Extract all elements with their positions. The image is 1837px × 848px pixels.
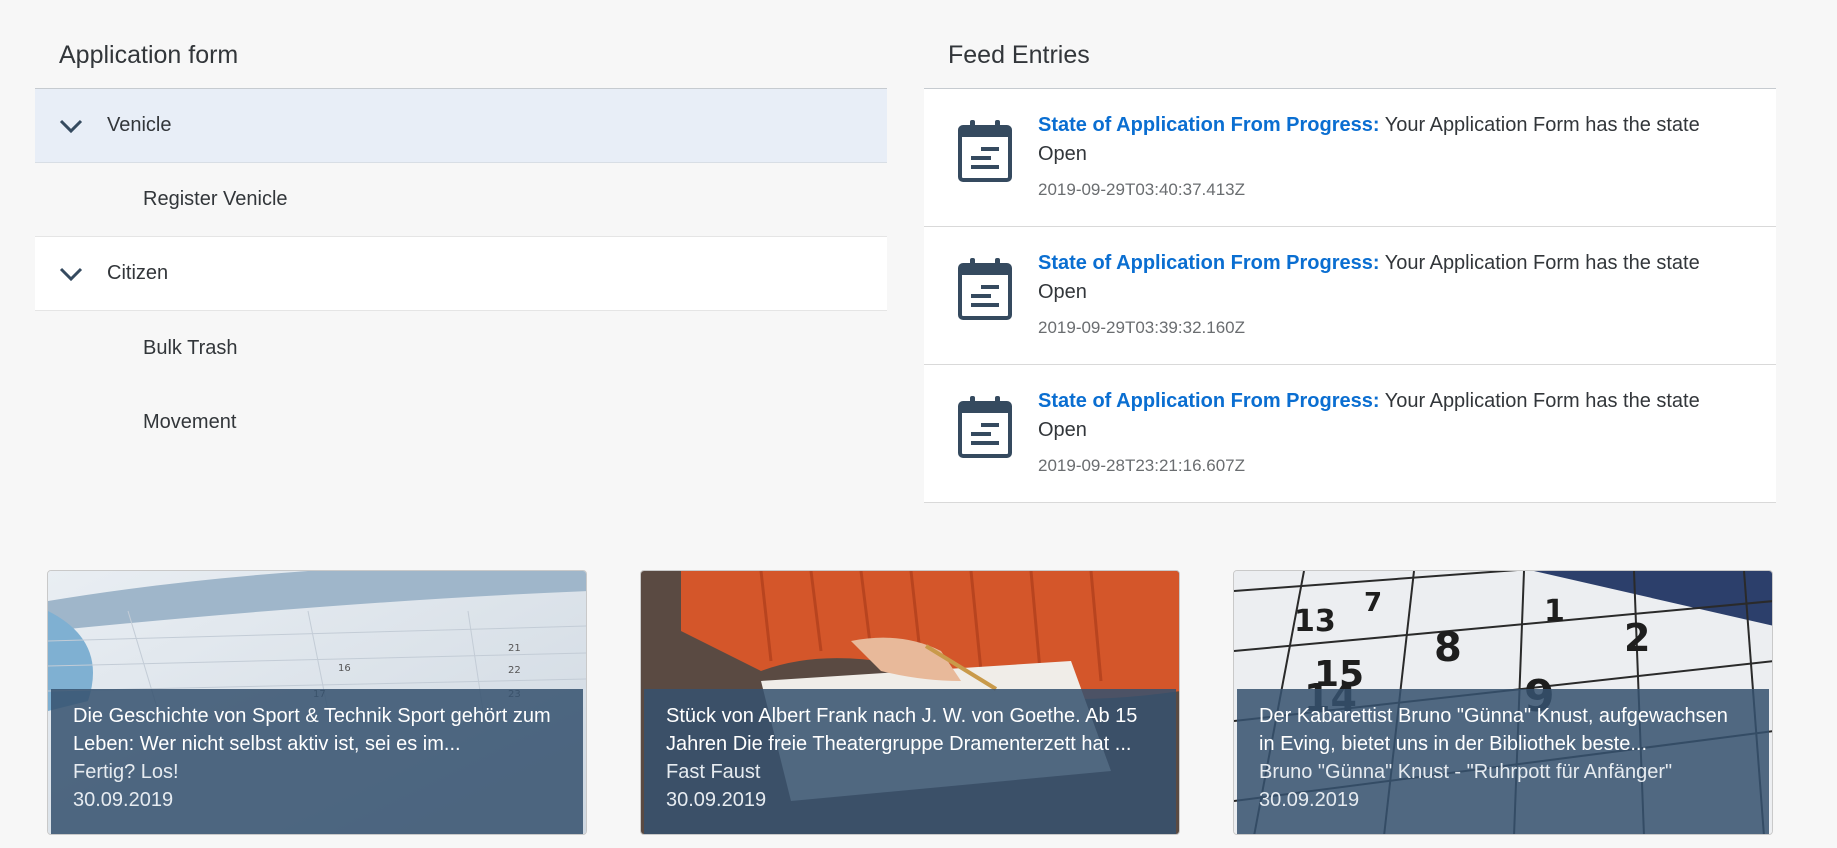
tile-header: Der Kabarettist Bruno "Günna" Knust, auf… [1259, 705, 1728, 755]
tile-header: Die Geschichte von Sport & Technik Sport… [73, 705, 551, 755]
chevron-down-icon[interactable] [55, 110, 87, 142]
calendar-icon [957, 119, 1013, 183]
svg-text:13: 13 [1294, 604, 1336, 639]
feed-sender-link[interactable]: State of Application From Progress: [1038, 390, 1380, 412]
svg-text:22: 22 [508, 665, 521, 676]
feed-entry-text: State of Application From Progress: Your… [1038, 387, 1738, 445]
feed-entries-panel: Feed Entries State of Application From P… [924, 0, 1776, 503]
feed-sender-link[interactable]: State of Application From Progress: [1038, 114, 1380, 136]
tile-footer: Stück von Albert Frank nach J. W. von Go… [644, 689, 1176, 834]
news-tile-faust[interactable]: Stück von Albert Frank nach J. W. von Go… [640, 570, 1180, 835]
tile-subheader: Fast Faust [666, 761, 761, 783]
tree-group-venicle[interactable]: Venicle [35, 89, 887, 163]
tree-group-label: Venicle [107, 114, 172, 136]
feed-entry[interactable]: State of Application From Progress: Your… [924, 365, 1776, 503]
feed-timestamp: 2019-09-28T23:21:16.607Z [1038, 456, 1245, 475]
feed-timestamp: 2019-09-29T03:40:37.413Z [1038, 180, 1245, 199]
tile-subheader: Bruno "Günna" Knust - "Ruhrpott für Anfä… [1259, 761, 1673, 783]
application-form-panel: Application form Venicle Register Venicl… [35, 0, 887, 459]
feed-entry[interactable]: State of Application From Progress: Your… [924, 89, 1776, 227]
feed-entries-title: Feed Entries [924, 0, 1776, 89]
svg-text:1: 1 [1544, 594, 1565, 629]
svg-text:8: 8 [1434, 625, 1462, 671]
chevron-down-icon[interactable] [55, 258, 87, 290]
feed-sender-link[interactable]: State of Application From Progress: [1038, 252, 1380, 274]
feed-entry[interactable]: State of Application From Progress: Your… [924, 227, 1776, 365]
tile-date: 30.09.2019 [73, 789, 174, 811]
tile-date: 30.09.2019 [666, 789, 767, 811]
tile-footer: Die Geschichte von Sport & Technik Sport… [51, 689, 583, 834]
tree-item-bulk-trash[interactable]: Bulk Trash [35, 311, 887, 385]
tree-group-citizen[interactable]: Citizen [35, 237, 887, 311]
feed-entry-text: State of Application From Progress: Your… [1038, 249, 1738, 307]
tree-item-movement[interactable]: Movement [35, 385, 887, 459]
svg-text:16: 16 [338, 663, 351, 674]
feed-entry-text: State of Application From Progress: Your… [1038, 111, 1738, 169]
tile-header: Stück von Albert Frank nach J. W. von Go… [666, 705, 1138, 755]
svg-text:7: 7 [1364, 588, 1382, 618]
calendar-icon [957, 257, 1013, 321]
tile-footer: Der Kabarettist Bruno "Günna" Knust, auf… [1237, 689, 1769, 834]
tile-date: 30.09.2019 [1259, 789, 1360, 811]
news-tile-kabarett[interactable]: 1314 158 92 17 Der Kabarettist Bruno "Gü… [1233, 570, 1773, 835]
tree-item-register-venicle[interactable]: Register Venicle [35, 163, 887, 237]
calendar-icon [957, 395, 1013, 459]
svg-text:2: 2 [1624, 616, 1650, 660]
application-form-title: Application form [35, 0, 887, 89]
feed-timestamp: 2019-09-29T03:39:32.160Z [1038, 318, 1245, 337]
tree-group-label: Citizen [107, 262, 169, 284]
tile-subheader: Fertig? Los! [73, 761, 179, 783]
svg-text:21: 21 [508, 643, 521, 654]
news-tile-sport[interactable]: 212223 1617 Die Geschichte von Sport & T… [47, 570, 587, 835]
